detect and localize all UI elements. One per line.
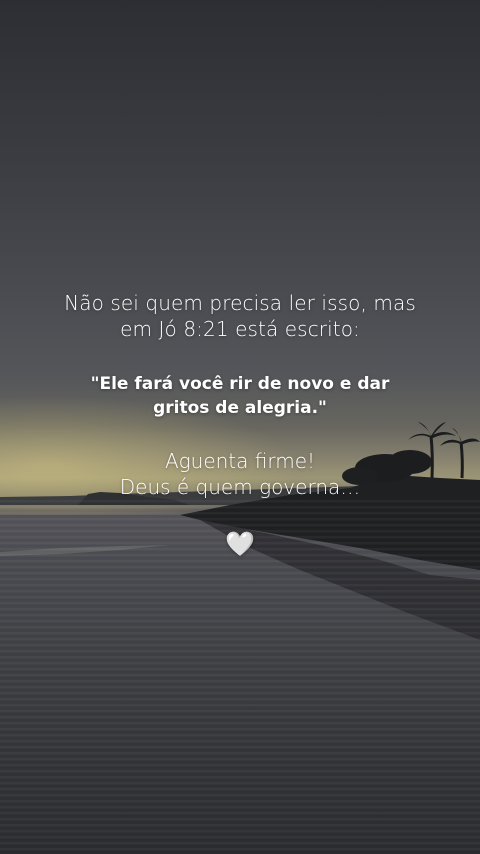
encouragement-text: Aguenta firme! Deus é quem governa…: [60, 448, 420, 500]
white-heart-icon: 🤍: [225, 530, 255, 558]
quote-line-2: gritos de alegria.": [153, 398, 327, 418]
message-block: Não sei quem precisa ler isso, mas em Jó…: [0, 290, 480, 558]
quote-line-1: "Ele fará você rir de novo e dar: [90, 374, 390, 394]
encourage-line-2: Deus é quem governa…: [119, 475, 361, 499]
intro-line-2: em Jó 8:21 está escrito:: [120, 317, 360, 341]
sunset-background: Não sei quem precisa ler isso, mas em Jó…: [0, 0, 480, 854]
intro-line-1: Não sei quem precisa ler isso, mas: [64, 291, 416, 315]
bible-quote: "Ele fará você rir de novo e dar gritos …: [60, 372, 420, 420]
encourage-line-1: Aguenta firme!: [164, 449, 316, 473]
intro-text: Não sei quem precisa ler isso, mas em Jó…: [50, 290, 430, 342]
